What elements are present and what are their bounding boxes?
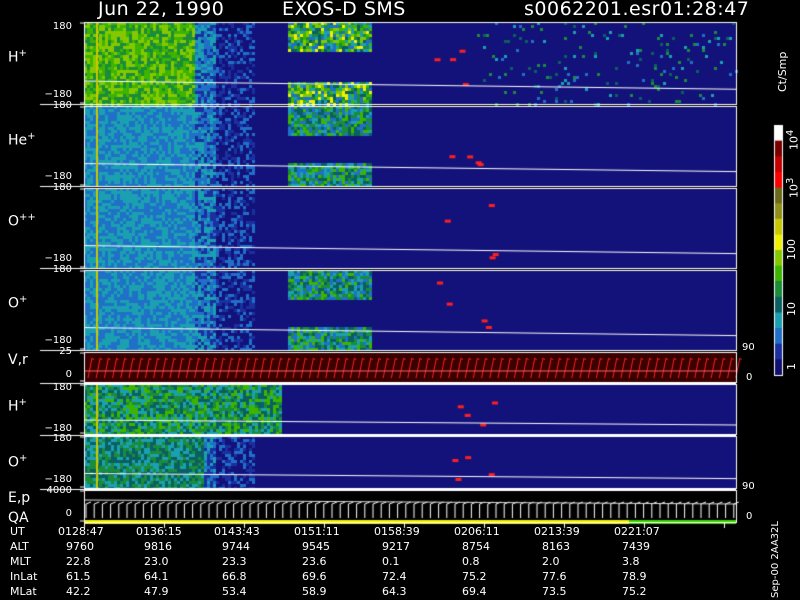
row-value: 3.8 — [622, 555, 640, 568]
panel-label-h-plus: H+ — [8, 48, 27, 66]
row-value: 77.6 — [542, 570, 567, 583]
tick-label: 25 — [59, 346, 72, 357]
colorbar-label-10k: 104 — [785, 129, 800, 150]
tick-label: 180 — [52, 21, 72, 32]
row-value: 23.0 — [144, 555, 169, 568]
row-value: 9744 — [222, 540, 250, 553]
header-file: s0062201.esr — [524, 0, 660, 20]
panel-label-o-plus-2: O+ — [8, 453, 28, 471]
colorbar-label-100: 100 — [785, 239, 798, 260]
row-value: 0143:43 — [214, 525, 260, 538]
header-instrument: EXOS-D SMS — [282, 0, 406, 20]
tick-label: −180 — [44, 253, 72, 264]
row-value: 75.2 — [622, 585, 647, 598]
right-tick-label: 0 — [746, 511, 753, 522]
row-label: InLat — [10, 570, 38, 583]
panel-label-o-plusplus: O++ — [8, 212, 36, 230]
row-value: 0158:39 — [374, 525, 420, 538]
row-value: 53.4 — [222, 585, 247, 598]
right-tick-label: 0 — [746, 372, 753, 383]
row-value: 9760 — [66, 540, 94, 553]
row-value: 8754 — [462, 540, 490, 553]
side-note: Sep-00 2AA32L — [770, 521, 781, 598]
tick-label: 0 — [65, 508, 72, 519]
tick-label: −180 — [44, 171, 72, 182]
row-value: 47.9 — [144, 585, 169, 598]
row-value: 64.3 — [382, 585, 407, 598]
row-value: 64.1 — [144, 570, 169, 583]
header-date: Jun 22, 1990 — [98, 0, 225, 20]
panel-label-h-plus-2: H+ — [8, 397, 27, 415]
row-value: 73.5 — [542, 585, 567, 598]
row-value: 7439 — [622, 540, 650, 553]
row-value: 0.1 — [382, 555, 400, 568]
tick-label: −180 — [44, 89, 72, 100]
spectrogram-canvas — [0, 0, 800, 600]
row-value: 9545 — [302, 540, 330, 553]
row-value: 2.0 — [542, 555, 560, 568]
colorbar-label-1k: 103 — [785, 177, 800, 198]
panel-label-vr: V,r — [8, 352, 28, 368]
tick-label: 180 — [52, 382, 72, 393]
panel-label-he-plus: He+ — [8, 131, 36, 149]
row-value: 9217 — [382, 540, 410, 553]
row-label: ALT — [10, 540, 29, 553]
row-value: 9816 — [144, 540, 172, 553]
row-value: 23.6 — [302, 555, 327, 568]
spectrogram-figure: Jun 22, 1990 EXOS-D SMS s0062201.esr 01:… — [0, 0, 800, 600]
colorbar-label-10: 10 — [785, 302, 798, 316]
tick-label: 180 — [52, 100, 72, 111]
tick-label: 180 — [52, 264, 72, 275]
tick-label: 0 — [65, 369, 72, 380]
row-label: MLat — [10, 585, 37, 598]
row-value: 0128:47 — [58, 525, 104, 538]
row-value: 0.8 — [462, 555, 480, 568]
row-value: 23.3 — [222, 555, 247, 568]
row-value: 58.9 — [302, 585, 327, 598]
row-value: 8163 — [542, 540, 570, 553]
row-value: 22.8 — [66, 555, 91, 568]
row-value: 75.2 — [462, 570, 487, 583]
row-value: 78.9 — [622, 570, 647, 583]
row-value: 0151:11 — [294, 525, 340, 538]
panel-label-qa: QA — [8, 510, 29, 526]
right-tick-label: 90 — [742, 481, 755, 492]
tick-label: 4000 — [46, 485, 72, 496]
row-value: 0221:07 — [614, 525, 660, 538]
row-label: UT — [10, 525, 25, 538]
row-value: 0213:39 — [534, 525, 580, 538]
row-label: MLT — [10, 555, 31, 568]
row-value: 0136:15 — [136, 525, 182, 538]
tick-label: 180 — [52, 182, 72, 193]
row-value: 66.8 — [222, 570, 247, 583]
tick-label: −180 — [44, 335, 72, 346]
header-time: 01:28:47 — [660, 0, 750, 20]
row-value: 42.2 — [66, 585, 91, 598]
row-value: 69.4 — [462, 585, 487, 598]
row-value: 69.6 — [302, 570, 327, 583]
row-value: 61.5 — [66, 570, 91, 583]
panel-label-o-plus: O+ — [8, 294, 28, 312]
colorbar-title: Ct/Smp — [776, 51, 789, 92]
tick-label: −180 — [44, 474, 72, 485]
row-value: 0206:11 — [454, 525, 500, 538]
row-value: 72.4 — [382, 570, 407, 583]
colorbar-label-1: 1 — [785, 363, 798, 370]
tick-label: 180 — [52, 433, 72, 444]
panel-label-ep: E,p — [8, 490, 31, 506]
right-tick-label: 90 — [742, 342, 755, 353]
